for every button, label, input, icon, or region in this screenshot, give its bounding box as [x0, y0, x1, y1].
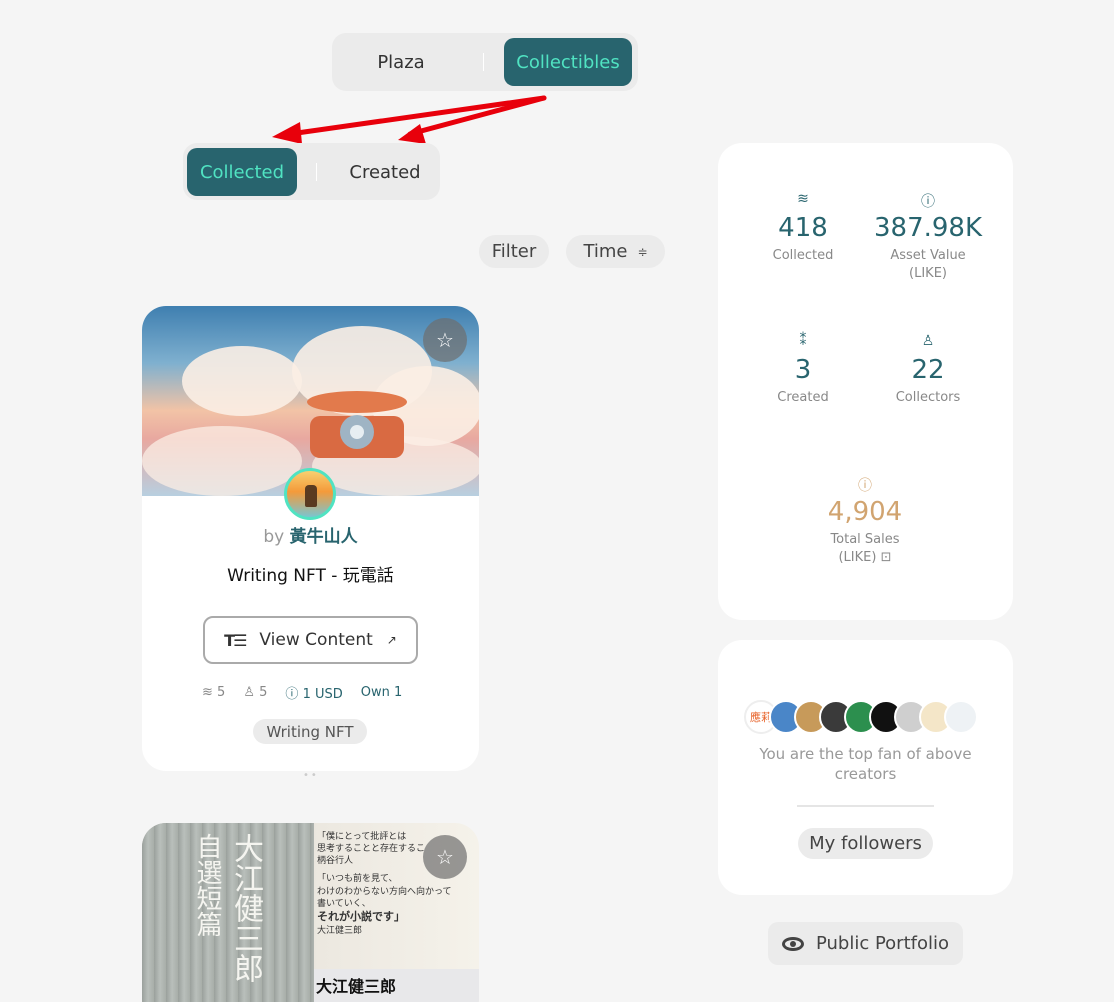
filter-button[interactable]: Filter [479, 235, 549, 268]
collected-value: 418 [778, 213, 828, 243]
eye-icon [781, 936, 804, 951]
book-author: 大江健三郎 [316, 977, 397, 996]
creator-name[interactable]: 黃牛山人 [290, 527, 358, 547]
cover-title-author: 大江健三郎 [228, 833, 263, 983]
by-prefix: by [263, 527, 285, 547]
own-count: Own 1 [360, 685, 403, 700]
creator-byline: by 黃牛山人 [142, 522, 479, 547]
favorite-star-icon[interactable]: ☆ [423, 835, 467, 879]
info-icon: ⓘ [921, 194, 935, 210]
telephone-illustration [307, 391, 407, 458]
cover-title-book: 自選短篇 [192, 833, 222, 937]
annotation-arrows [272, 95, 547, 144]
created-label: Created [777, 390, 829, 405]
collectors-value: 22 [911, 355, 945, 385]
nft-meta: ≋ 5 ♙ 5 ⓘ 1 USD Own 1 [202, 683, 402, 702]
creator-avatar[interactable] [284, 468, 336, 520]
time-label: Time [583, 241, 628, 262]
sparkle-icon: ⁑ [799, 333, 807, 349]
nft-title: Writing NFT - 玩電話 [227, 566, 394, 586]
favorite-star-icon[interactable]: ☆ [423, 318, 467, 362]
view-content-button[interactable]: T☰ View Content ↗ [203, 616, 418, 664]
nft-card[interactable]: ☆ by 黃牛山人 Writing NFT - 玩電話 T☰ View Cont… [142, 306, 479, 771]
tab-separator [483, 53, 484, 71]
price: ⓘ 1 USD [285, 687, 343, 702]
collectors-label: Collectors [895, 390, 961, 405]
divider [797, 805, 934, 807]
layers-icon: ≋ [202, 685, 213, 700]
nft-type-tag: Writing NFT [253, 719, 367, 744]
collected-count: ≋ 5 [202, 685, 226, 700]
creator-avatar-list: 應莉 [744, 700, 978, 734]
tab-created[interactable]: Created [331, 148, 439, 196]
stats-panel: ≋ 418 Collected ⓘ 387.98K Asset Value (L… [718, 143, 1013, 620]
stat-collected[interactable]: ≋ 418 Collected [738, 191, 868, 265]
nft-card-2[interactable]: 大江健三郎 自選短篇 「僕にとって批評とは 思考することと存在するこ 柄谷行人 … [142, 823, 479, 1002]
asset-value: 387.98K [873, 213, 983, 243]
public-portfolio-label: Public Portfolio [815, 933, 950, 954]
layers-icon: ≋ [797, 191, 809, 207]
price-icon: ⓘ [285, 687, 299, 702]
export-icon[interactable]: ⊡ [881, 550, 892, 565]
total-sales-label: Total Sales (LIKE) ⊡ [830, 532, 900, 565]
filter-label: Filter [491, 241, 537, 262]
external-link-icon: ↗ [386, 633, 397, 647]
subtab-separator [316, 163, 317, 181]
stat-created[interactable]: ⁑ 3 Created [738, 333, 868, 407]
tab-collectibles[interactable]: Collectibles [504, 38, 632, 86]
stat-asset-value: ⓘ 387.98K Asset Value (LIKE) [863, 191, 993, 283]
stat-total-sales: ⓘ 4,904 Total Sales (LIKE) ⊡ [800, 475, 930, 567]
collection-tab-switcher: Collected Created [183, 143, 440, 200]
total-sales-value: 4,904 [827, 497, 903, 527]
top-fan-text: You are the top fan of above creators [759, 745, 972, 783]
text-content-icon: T☰ [224, 630, 247, 650]
more-dots: •• [303, 770, 319, 781]
view-content-label: View Content [259, 630, 373, 650]
tab-plaza[interactable]: Plaza [338, 38, 464, 86]
collected-label: Collected [772, 248, 834, 263]
sort-icon: ≑ [637, 244, 648, 259]
tab-collected[interactable]: Collected [187, 148, 297, 196]
created-value: 3 [794, 355, 812, 385]
info-icon: ⓘ [858, 478, 872, 494]
time-sort-button[interactable]: Time ≑ [566, 235, 665, 268]
stat-collectors[interactable]: ♙ 22 Collectors [863, 333, 993, 407]
public-portfolio-button[interactable]: Public Portfolio [768, 922, 963, 965]
main-tab-switcher: Plaza Collectibles [332, 33, 638, 91]
top-fan-panel: 應莉 You are the top fan of above creators… [718, 640, 1013, 895]
person-icon: ♙ [243, 685, 255, 700]
creator-avatar[interactable] [944, 700, 978, 734]
asset-value-label: Asset Value (LIKE) [890, 248, 966, 281]
my-followers-button[interactable]: My followers [798, 828, 933, 859]
collectors-count: ♙ 5 [243, 685, 268, 700]
person-icon: ♙ [921, 333, 935, 349]
